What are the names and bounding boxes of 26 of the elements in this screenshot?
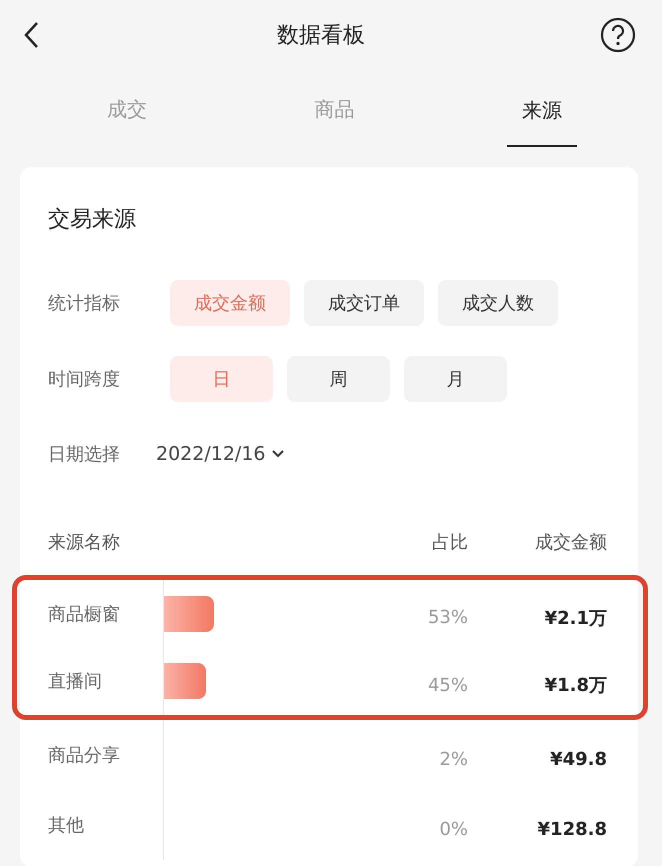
date-value[interactable]: 2022/12/16 (156, 443, 266, 465)
amount-value: ¥49.8 (549, 748, 607, 770)
share-value: 53% (426, 606, 468, 628)
share-value: 45% (426, 674, 468, 696)
filter-label: 日期选择 (48, 443, 121, 466)
amount-value: ¥1.8万 (544, 674, 607, 698)
filter-label: 时间跨度 (48, 368, 121, 391)
filter-chip[interactable]: 成交人数 (438, 280, 558, 326)
share-value: 0% (438, 818, 468, 840)
filter-chip[interactable]: 月 (404, 356, 507, 402)
column-header: 成交金额 (534, 531, 607, 554)
filter-chip[interactable]: 成交订单 (304, 280, 424, 326)
help-icon[interactable] (600, 17, 636, 53)
chevron-down-icon[interactable] (272, 450, 284, 458)
source-name: 商品分享 (48, 720, 164, 790)
page-title: 数据看板 (277, 22, 365, 50)
source-name: 其他 (48, 790, 164, 860)
share-value: 2% (438, 748, 468, 770)
amount-value: ¥2.1万 (544, 606, 607, 630)
filter-chip[interactable]: 周 (287, 356, 390, 402)
amount-value: ¥128.8 (536, 818, 607, 840)
card-title: 交易来源 (48, 206, 137, 234)
filter-label: 统计指标 (48, 292, 121, 315)
column-header: 来源名称 (48, 531, 121, 554)
tab[interactable]: 来源 (472, 70, 612, 150)
column-header: 占比 (431, 531, 468, 554)
